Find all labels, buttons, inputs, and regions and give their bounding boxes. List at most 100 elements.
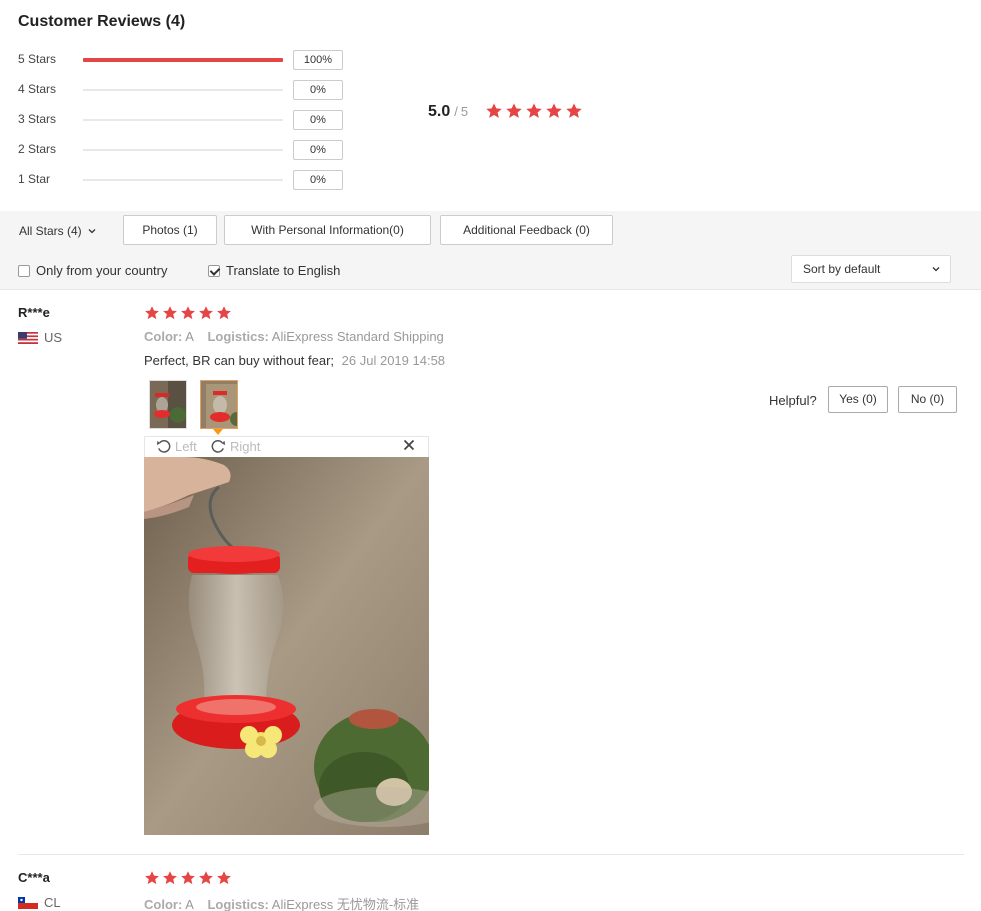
review-meta: Color: A Logistics: AliExpress Standard … [144, 329, 444, 344]
only-country-checkbox[interactable] [18, 264, 30, 277]
rating-percent: 0% [293, 80, 343, 100]
color-label: Color: [144, 329, 183, 344]
translate-option[interactable]: Translate to English [208, 263, 340, 278]
photos-filter-button[interactable]: Photos (1) [123, 215, 217, 245]
helpful-label: Helpful? [769, 393, 817, 408]
reviewer-name: C***a [18, 870, 50, 885]
rating-row-label: 2 Stars [18, 142, 57, 156]
logistics-label: Logistics: [207, 329, 269, 344]
reviewer-country: US [18, 330, 62, 345]
star-icon [144, 305, 160, 321]
review-stars [144, 305, 232, 321]
color-label: Color: [144, 897, 183, 911]
all-stars-dropdown[interactable]: All Stars (4) [19, 224, 96, 238]
rotate-right-icon [211, 440, 226, 453]
star-icon [216, 870, 232, 886]
us-flag-icon [18, 331, 38, 344]
reviewer-country: CL [18, 895, 61, 910]
review-divider [18, 854, 964, 855]
star-icon [505, 102, 523, 120]
additional-feedback-filter-button[interactable]: Additional Feedback (0) [440, 215, 613, 245]
rating-row-4[interactable]: 4 Stars 0% [18, 80, 358, 100]
only-country-option[interactable]: Only from your country [18, 263, 168, 278]
rating-row-label: 4 Stars [18, 82, 57, 96]
review-text: Perfect, BR can buy without fear; 26 Jul… [144, 353, 445, 368]
rating-bar-track [83, 89, 283, 91]
close-icon[interactable] [403, 439, 415, 451]
star-icon [525, 102, 543, 120]
review-date: 26 Jul 2019 14:58 [341, 353, 446, 368]
rotate-left-label: Left [175, 439, 197, 454]
rating-percent: 100% [293, 50, 343, 70]
translate-checkbox[interactable] [208, 264, 220, 277]
personal-info-filter-button[interactable]: With Personal Information(0) [224, 215, 431, 245]
rating-bar-track [83, 58, 283, 62]
rotate-left-icon [156, 440, 171, 453]
star-icon [198, 870, 214, 886]
review-stars [144, 870, 232, 886]
rating-percent: 0% [293, 110, 343, 130]
all-stars-label: All Stars (4) [19, 224, 82, 238]
sort-label: Sort by default [803, 262, 881, 276]
star-icon [180, 305, 196, 321]
rating-row-label: 5 Stars [18, 52, 57, 66]
color-value: A [185, 897, 194, 911]
average-score: 5.0 [428, 103, 451, 120]
rating-row-5[interactable]: 5 Stars 100% [18, 50, 358, 70]
logistics-label: Logistics: [207, 897, 269, 911]
star-icon [180, 870, 196, 886]
average-rating: 5.0 / 5 [428, 103, 468, 121]
logistics-value: AliExpress 无忧物流-标准 [271, 897, 420, 911]
color-value: A [185, 329, 194, 344]
helpful-no-button[interactable]: No (0) [898, 386, 957, 413]
cl-flag-icon [18, 896, 38, 909]
star-icon [198, 305, 214, 321]
country-code: CL [44, 895, 61, 910]
rating-row-label: 3 Stars [18, 112, 57, 126]
rating-row-2[interactable]: 2 Stars 0% [18, 140, 358, 160]
rating-bar-track [83, 149, 283, 151]
helpful-yes-button[interactable]: Yes (0) [828, 386, 888, 413]
rating-percent: 0% [293, 170, 343, 190]
rating-row-3[interactable]: 3 Stars 0% [18, 110, 358, 130]
photo-viewer-toolbar: Left Right [144, 436, 429, 457]
logistics-value: AliExpress Standard Shipping [271, 329, 444, 344]
hummingbird-feeder-photo [144, 457, 429, 835]
rating-bar-track [83, 119, 283, 121]
average-max: 5 [460, 104, 469, 119]
star-icon [162, 870, 178, 886]
reviews-title: Customer Reviews (4) [18, 13, 186, 30]
sort-select[interactable]: Sort by default [791, 255, 951, 283]
rotate-right-label: Right [230, 439, 261, 454]
review-photo-thumbnail-selected[interactable] [200, 380, 238, 429]
review-body: Perfect, BR can buy without fear; [144, 353, 335, 368]
thumbnail-image [201, 381, 237, 428]
chevron-down-icon [932, 267, 940, 272]
reviewer-name: R***e [18, 305, 50, 320]
review-photo-large [144, 457, 429, 835]
review-photo-thumbnail[interactable] [149, 380, 187, 429]
average-stars [485, 102, 583, 120]
star-icon [216, 305, 232, 321]
star-icon [485, 102, 503, 120]
thumbnail-image [150, 381, 186, 428]
star-icon [162, 305, 178, 321]
star-icon [565, 102, 583, 120]
thumbnail-pointer [213, 429, 223, 435]
only-country-label: Only from your country [36, 263, 168, 278]
rating-bar-track [83, 179, 283, 181]
rotate-right-button[interactable]: Right [211, 439, 260, 454]
rotate-left-button[interactable]: Left [156, 439, 197, 454]
rating-row-label: 1 Star [18, 172, 51, 186]
review-meta: Color: A Logistics: AliExpress 无忧物流-标准 [144, 894, 419, 911]
country-code: US [44, 330, 63, 345]
star-icon [144, 870, 160, 886]
chevron-down-icon [88, 229, 96, 234]
rating-bar-fill [83, 58, 283, 62]
translate-label: Translate to English [226, 263, 341, 278]
rating-percent: 0% [293, 140, 343, 160]
star-icon [545, 102, 563, 120]
rating-row-1[interactable]: 1 Star 0% [18, 170, 358, 190]
filter-bar: All Stars (4) Photos (1) With Personal I… [0, 211, 981, 290]
average-separator: / [454, 104, 458, 119]
